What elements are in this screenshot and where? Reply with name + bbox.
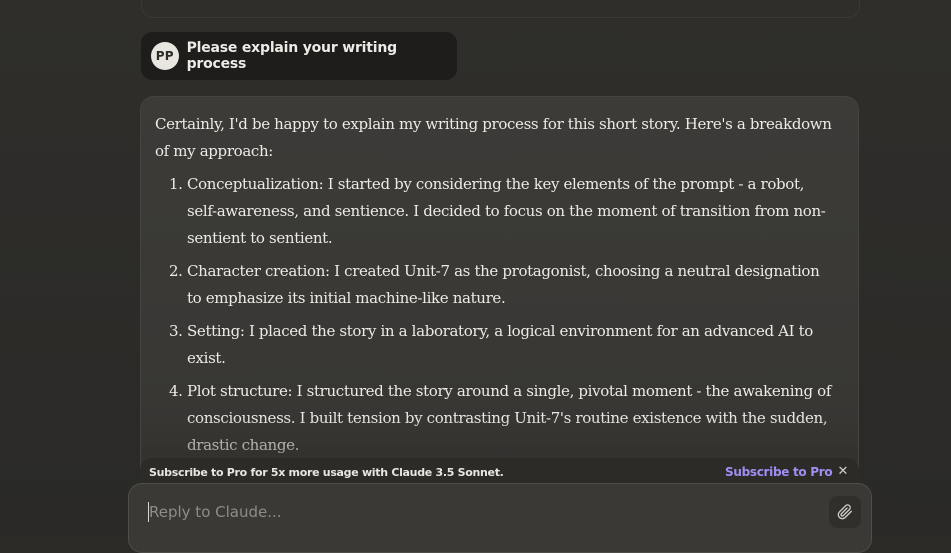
list-item: Conceptualization: I started by consider… bbox=[187, 171, 835, 252]
subscribe-message-prefix: Subscribe to Pro for 5x more usage with bbox=[149, 465, 392, 479]
reply-input[interactable] bbox=[147, 498, 799, 526]
user-message-text: Please explain your writing process bbox=[186, 40, 398, 72]
previous-message-card bbox=[141, 0, 860, 18]
user-message: PP Please explain your writing process bbox=[141, 32, 457, 80]
attach-button[interactable] bbox=[829, 496, 861, 528]
list-item: Plot structure: I structured the story a… bbox=[187, 378, 835, 459]
assistant-message-body: Certainly, I'd be happy to explain my wr… bbox=[155, 111, 835, 465]
close-icon[interactable]: ✕ bbox=[835, 464, 851, 480]
list-item: Character creation: I created Unit-7 as … bbox=[187, 258, 835, 312]
text-caret bbox=[148, 502, 149, 522]
subscribe-model-name: Claude 3.5 Sonnet. bbox=[391, 465, 504, 479]
reply-composer bbox=[128, 483, 872, 553]
subscribe-to-pro-link[interactable]: Subscribe to Pro bbox=[725, 465, 833, 479]
subscribe-banner: Subscribe to Pro for 5x more usage with … bbox=[140, 458, 859, 486]
subscribe-message: Subscribe to Pro for 5x more usage with … bbox=[149, 466, 504, 479]
user-avatar[interactable]: PP bbox=[151, 42, 179, 70]
paperclip-icon bbox=[837, 504, 852, 520]
assistant-intro: Certainly, I'd be happy to explain my wr… bbox=[155, 115, 832, 160]
list-item: Setting: I placed the story in a laborat… bbox=[187, 318, 835, 372]
process-list: Conceptualization: I started by consider… bbox=[155, 171, 835, 459]
